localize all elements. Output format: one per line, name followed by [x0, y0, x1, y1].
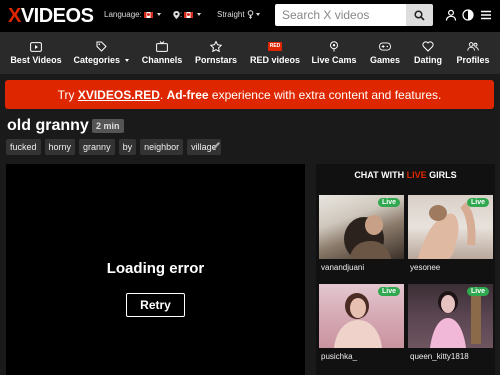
loading-error-message: Loading error: [106, 260, 205, 277]
retry-button[interactable]: Retry: [126, 293, 185, 317]
cam-name: pusichka_: [321, 352, 358, 361]
nav-live-cams[interactable]: Live Cams: [310, 32, 358, 74]
live-cams-sidebar: CHAT WITH LIVE GIRLS Live vanandjuani Li…: [316, 164, 495, 375]
profiles-icon: [467, 42, 479, 51]
cam-name: yesonee: [410, 263, 441, 272]
play-icon: [30, 41, 42, 52]
tag-item[interactable]: by: [118, 139, 137, 155]
live-badge: Live: [466, 287, 489, 296]
cam-name: vanandjuani: [321, 263, 365, 272]
live-badge: Live: [377, 198, 400, 207]
tag-item[interactable]: horny: [44, 139, 76, 155]
tag-item[interactable]: neighbor: [140, 139, 184, 155]
star-icon: [210, 41, 222, 52]
main-nav: Best Videos Categories Channels Pornstar…: [0, 32, 500, 74]
search-icon: [414, 9, 425, 21]
nav-profiles[interactable]: Profiles: [454, 32, 492, 74]
nav-categories[interactable]: Categories: [72, 32, 130, 74]
chevron-down-icon: [124, 59, 129, 63]
language-label: Language:: [104, 10, 142, 19]
live-badge: Live: [466, 198, 489, 207]
chevron-down-icon: [255, 13, 260, 17]
cam-name: queen_kitty1818: [410, 352, 469, 361]
canada-flag-icon: [184, 11, 194, 18]
red-promo-banner[interactable]: Try XVIDEOS.RED. Ad-free experience with…: [5, 80, 494, 109]
top-bar: XVIDEOS Language: : Straight: [0, 0, 500, 32]
nav-red-videos[interactable]: RED RED videos: [248, 32, 302, 74]
language-selector[interactable]: Language:: [104, 10, 161, 19]
cam-thumbnail[interactable]: Live: [408, 284, 493, 348]
nav-best-videos[interactable]: Best Videos: [8, 32, 64, 74]
country-label: :: [180, 10, 183, 19]
gamepad-icon: [379, 42, 391, 51]
tag-icon: [96, 41, 107, 52]
chevron-down-icon: [197, 13, 202, 17]
location-pin-icon: [173, 10, 180, 19]
female-symbol-icon: [247, 10, 254, 20]
contrast-icon[interactable]: [462, 9, 474, 21]
cam-thumbnail[interactable]: Live: [319, 284, 404, 348]
country-selector[interactable]: :: [173, 10, 202, 19]
canada-flag-icon: [143, 11, 153, 18]
search-input[interactable]: [275, 4, 406, 26]
search-box: [275, 4, 406, 26]
nav-channels[interactable]: Channels: [140, 32, 184, 74]
xvideos-logo[interactable]: XVIDEOS: [8, 5, 94, 28]
duration-badge: 2 min: [92, 119, 124, 133]
tv-icon: [156, 41, 168, 52]
red-badge-icon: RED: [267, 42, 283, 51]
cam-card[interactable]: Live yesonee: [408, 195, 493, 272]
orientation-selector[interactable]: Straight: [217, 10, 260, 20]
chevron-down-icon: [156, 13, 161, 17]
tag-list: fucked horny granny by neighbor village: [6, 139, 225, 155]
nav-dating[interactable]: Dating: [410, 32, 446, 74]
nav-games[interactable]: Games: [366, 32, 404, 74]
cam-card[interactable]: Live vanandjuani: [319, 195, 404, 272]
cam-thumbnail[interactable]: Live: [408, 195, 493, 259]
pencil-icon[interactable]: [212, 141, 221, 150]
live-badge: Live: [377, 287, 400, 296]
user-icon[interactable]: [445, 9, 457, 21]
cam-card[interactable]: Live queen_kitty1818: [408, 284, 493, 361]
tag-item[interactable]: granny: [79, 139, 115, 155]
red-link[interactable]: XVIDEOS.RED: [78, 88, 160, 102]
search-button[interactable]: [406, 4, 433, 26]
cam-card[interactable]: Live pusichka_: [319, 284, 404, 361]
sidebar-heading: CHAT WITH LIVE GIRLS: [354, 170, 457, 180]
nav-pornstars[interactable]: Pornstars: [194, 32, 238, 74]
location-icon: [330, 41, 338, 52]
cam-thumbnail[interactable]: Live: [319, 195, 404, 259]
orientation-label: Straight: [217, 10, 245, 19]
heart-icon: [422, 41, 434, 52]
tag-item[interactable]: fucked: [6, 139, 41, 155]
video-title: old granny: [7, 117, 89, 134]
menu-icon[interactable]: [480, 9, 492, 21]
video-player[interactable]: Loading error Retry: [6, 164, 305, 375]
